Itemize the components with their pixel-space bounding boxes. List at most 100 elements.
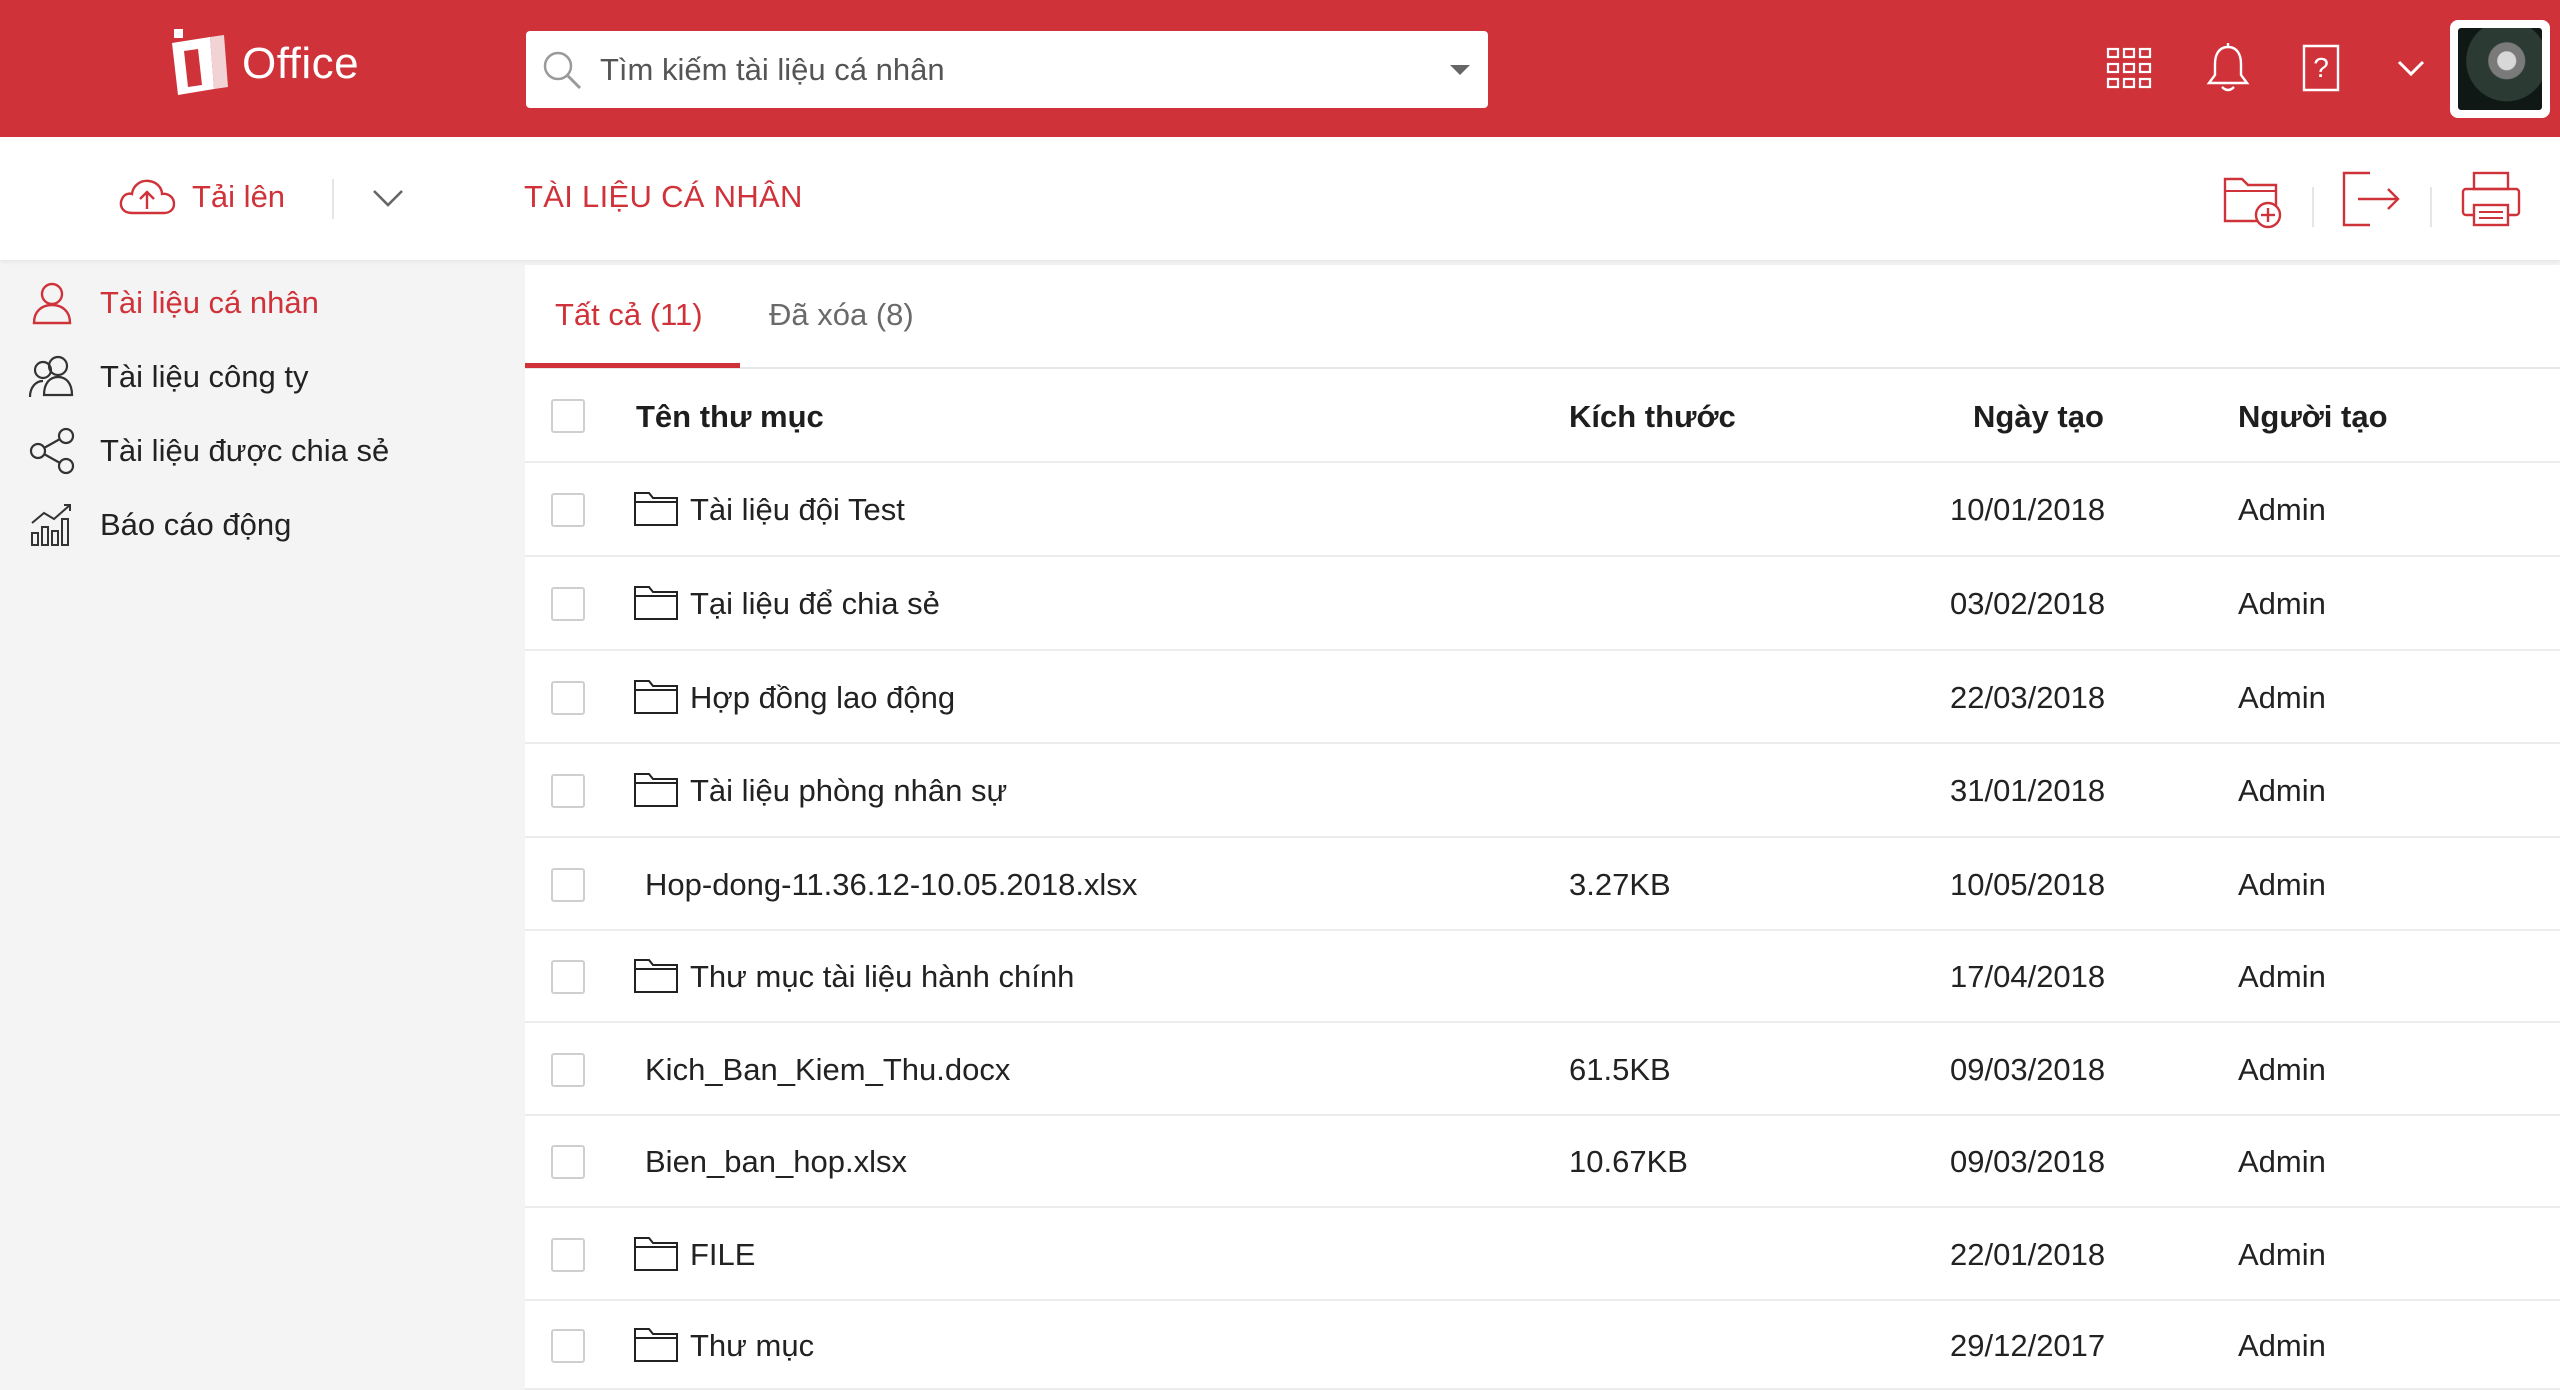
cell-created-date: 03/02/2018 [1950,586,2106,621]
toolbar-divider [2312,187,2314,227]
folder-icon [634,959,678,993]
cell-name[interactable]: Tài liệu đội Test [690,492,905,528]
cell-created-date: 22/01/2018 [1950,1236,2106,1272]
select-all-checkbox[interactable] [551,399,585,433]
column-header-name[interactable]: Tên thư mục [636,399,824,435]
print-icon[interactable] [2460,169,2522,229]
row-checkbox[interactable] [551,774,585,808]
cell-created-date: 10/05/2018 [1950,866,2106,902]
share-icon [29,427,75,475]
cell-created-date: 31/01/2018 [1950,773,2106,808]
table-header: Tên thư mục Kích thước Ngày tạo Người tạ… [525,369,2560,463]
table-row[interactable]: Tài liệu phòng nhân sự 31/01/2018 Admin [525,744,2560,838]
cell-created-date: 17/04/2018 [1950,959,2106,994]
sidebar-item-label: Tài liệu cá nhân [100,285,319,320]
table-row[interactable]: Tại liệu để chia sẻ 03/02/2018 Admin [525,557,2560,651]
cell-creator: Admin [2238,586,2326,621]
row-checkbox[interactable] [551,1052,585,1087]
table-row[interactable]: FILE 22/01/2018 Admin [525,1208,2560,1301]
column-header-size[interactable]: Kích thước [1569,399,1736,435]
cell-created-date: 29/12/2017 [1950,1327,2106,1363]
new-folder-icon[interactable] [2222,169,2284,229]
row-checkbox[interactable] [551,1145,585,1179]
app-logo[interactable]: Office [170,28,359,100]
documents-panel: Tất cả (11) Đã xóa (8) Tên thư mục Kích … [525,265,2560,1390]
table-row[interactable]: Thư mục tài liệu hành chính 17/04/2018 Adm… [525,931,2560,1023]
cell-creator: Admin [2238,1051,2326,1087]
table-row[interactable]: Bien_ban_hop.xlsx 10.67KB 09/03/2018 Admin [525,1116,2560,1208]
bell-icon[interactable] [2205,42,2251,94]
cell-name[interactable]: Kich_Ban_Kiem_Thu.docx [645,1052,1010,1088]
cell-creator: Admin [2238,773,2326,808]
search-input[interactable] [600,39,1448,100]
cell-name[interactable]: Thư mục tài liệu hành chính [690,959,1074,995]
column-header-created[interactable]: Ngày tạo [1973,399,2104,435]
cell-name[interactable]: FILE [690,1237,755,1273]
cell-size: 61.5KB [1569,1051,1671,1087]
cell-name[interactable]: Tài liệu phòng nhân sự [690,773,1007,809]
upload-options-chevron-icon[interactable] [370,183,406,213]
cell-name[interactable]: Bien_ban_hop.xlsx [645,1144,907,1180]
export-icon[interactable] [2340,169,2402,229]
chevron-down-icon[interactable] [2396,58,2426,78]
page-title: TÀI LIỆU CÁ NHÂN [524,179,803,214]
cell-creator: Admin [2238,679,2326,715]
logo-mark-icon [172,29,228,95]
cell-size: 10.67KB [1569,1144,1688,1179]
table-row[interactable]: Kich_Ban_Kiem_Thu.docx 61.5KB 09/03/2018 Ad… [525,1023,2560,1116]
active-tab-indicator [525,363,740,368]
folder-icon [634,773,678,807]
sidebar-item-label: Tài liệu công ty [100,359,309,394]
cell-size: 3.27KB [1569,866,1671,902]
tab-all[interactable]: Tất cả (11) [555,297,703,333]
cell-creator: Admin [2238,1236,2326,1272]
table-row[interactable]: Tài liệu đội Test 10/01/2018 Admin [525,463,2560,557]
sidebar-item-personal-docs[interactable]: Tài liệu cá nhân [28,279,319,327]
cell-creator: Admin [2238,959,2326,994]
cell-created-date: 09/03/2018 [1950,1051,2106,1087]
folder-icon [634,586,678,620]
row-checkbox[interactable] [551,493,585,527]
search-dropdown-caret-icon[interactable] [1448,63,1472,77]
toolbar-divider [2430,187,2432,227]
table-row[interactable]: Hợp đồng lao động 22/03/2018 Admin [525,651,2560,744]
cell-name[interactable]: Hop-dong-11.36.12-10.05.2018.xlsx [645,867,1137,903]
users-icon [28,355,74,398]
help-icon[interactable]: ? [2300,42,2342,94]
cell-name[interactable]: Tại liệu để chia sẻ [690,586,940,622]
column-header-creator[interactable]: Người tạo [2238,399,2388,435]
user-avatar[interactable] [2450,20,2550,118]
row-checkbox[interactable] [551,587,585,621]
avatar-image [2458,28,2542,110]
sidebar-item-company-docs[interactable]: Tài liệu công ty [28,353,309,401]
apps-grid-icon[interactable] [2106,47,2152,89]
folder-icon [634,679,678,714]
upload-label: Tải lên [192,179,286,214]
top-header-bar: Office ? [0,0,2560,137]
cell-created-date: 10/01/2018 [1950,492,2106,527]
row-checkbox[interactable] [551,867,585,902]
row-checkbox[interactable] [551,1328,585,1363]
cell-creator: Admin [2238,866,2326,902]
sidebar-item-dynamic-report[interactable]: Báo cáo động [28,501,291,549]
row-checkbox[interactable] [551,1237,585,1272]
search-box[interactable] [526,31,1488,108]
search-icon [543,51,582,89]
cell-name[interactable]: Hợp đồng lao động [690,680,955,716]
toolbar-divider [332,179,334,219]
cell-created-date: 22/03/2018 [1950,679,2106,715]
table-row[interactable]: Thư mục 29/12/2017 Admin [525,1301,2560,1390]
cell-creator: Admin [2238,1327,2326,1363]
report-chart-icon [31,504,71,546]
svg-text:?: ? [2313,52,2329,83]
table-row[interactable]: Hop-dong-11.36.12-10.05.2018.xlsx 3.27KB 1… [525,838,2560,931]
tab-deleted[interactable]: Đã xóa (8) [769,297,914,333]
row-checkbox[interactable] [551,680,585,715]
logo-text: Office [242,39,360,88]
cell-creator: Admin [2238,1144,2326,1179]
cell-name[interactable]: Thư mục [690,1328,814,1364]
upload-button[interactable]: Tải lên [116,175,285,219]
sidebar-item-shared-docs[interactable]: Tài liệu được chia sẻ [28,427,389,475]
cloud-upload-icon [119,179,176,215]
row-checkbox[interactable] [551,960,585,994]
